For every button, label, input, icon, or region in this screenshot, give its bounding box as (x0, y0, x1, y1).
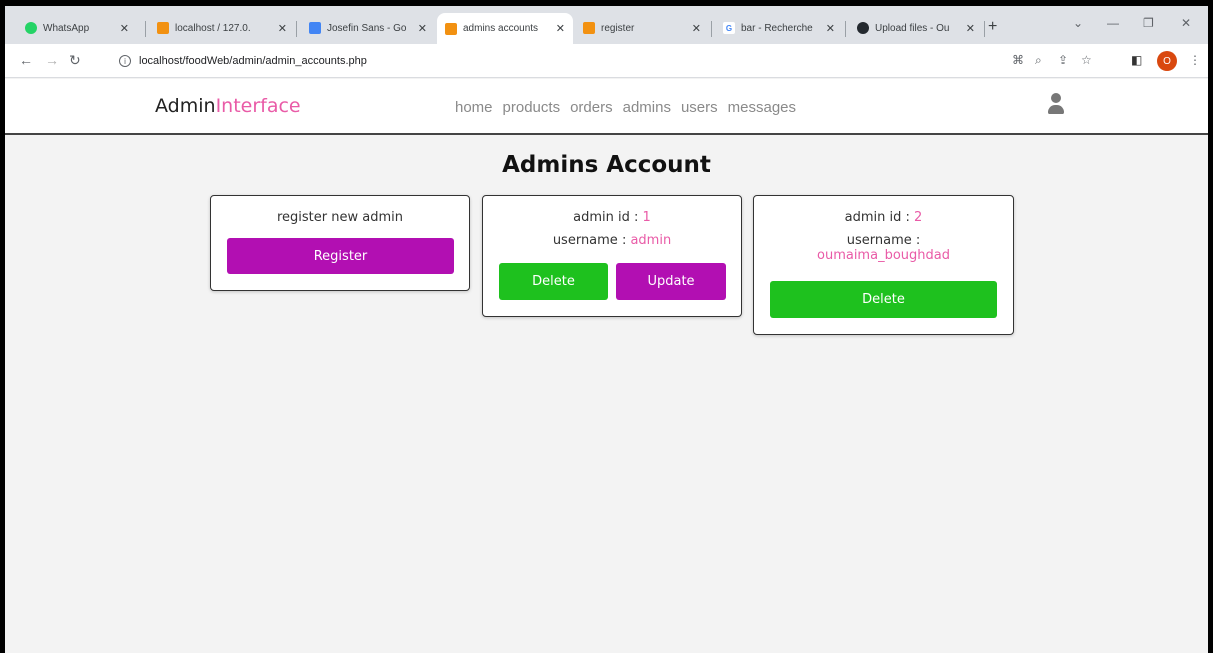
delete-button[interactable]: Delete (499, 263, 608, 300)
github-icon (857, 22, 869, 34)
page-title: Admins Account (502, 152, 711, 178)
side-panel-icon[interactable]: ◧ (1131, 53, 1142, 67)
admin-card: admin id : 2 username : oumaima_boughdad… (753, 195, 1014, 335)
tab-title: Upload files - Ou (875, 22, 950, 34)
logo-accent: Interface (215, 95, 301, 117)
tab-admins-accounts[interactable]: admins accounts ✕ (437, 13, 573, 44)
tab-josefin-sans[interactable]: Josefin Sans - Go ✕ (301, 16, 435, 40)
tab-title: admins accounts (463, 23, 539, 34)
register-button[interactable]: Register (227, 238, 454, 274)
minimize-icon[interactable]: — (1107, 16, 1119, 30)
admin-id-value: 2 (914, 210, 923, 225)
admin-id-label: admin id : (573, 210, 643, 225)
delete-button[interactable]: Delete (770, 281, 997, 318)
register-text: register new admin (276, 210, 403, 225)
reload-icon[interactable]: ↻ (69, 52, 81, 69)
google-fonts-icon (309, 22, 321, 34)
url-text: localhost/foodWeb/admin/admin_accounts.p… (139, 55, 367, 67)
main-nav: home products orders admins users messag… (455, 99, 796, 116)
username-value: oumaima_boughdad (817, 248, 950, 263)
tab-bar-recherche[interactable]: G bar - Recherche ✕ (715, 16, 843, 40)
username-label: username : (552, 233, 631, 248)
site-header: AdminInterface home products orders admi… (5, 79, 1208, 135)
nav-home[interactable]: home (455, 99, 493, 116)
logo-main: Admin (155, 95, 216, 117)
tab-search-icon[interactable]: ⌄ (1073, 16, 1083, 30)
close-icon[interactable]: ✕ (966, 22, 975, 35)
tab-upload-files[interactable]: Upload files - Ou ✕ (849, 16, 983, 40)
tab-title: localhost / 127.0. (175, 22, 251, 34)
tab-strip: WhatsApp ✕ localhost / 127.0. ✕ Josefin … (5, 6, 1208, 44)
register-card: register new admin Register (210, 195, 470, 291)
nav-orders[interactable]: orders (570, 99, 613, 116)
share-icon[interactable]: ⇪ (1058, 53, 1068, 67)
translate-icon[interactable]: ⌘ (1012, 53, 1024, 67)
restore-icon[interactable]: ❐ (1143, 16, 1154, 30)
menu-icon[interactable]: ⋮ (1189, 53, 1201, 67)
tab-register[interactable]: register ✕ (575, 16, 709, 40)
tab-title: register (601, 22, 635, 34)
xampp-icon (583, 22, 595, 34)
admin-id-line: admin id : 2 (754, 210, 1013, 225)
admin-id-line: admin id : 1 (483, 210, 741, 225)
username-value: admin (630, 233, 672, 248)
username-line: username : admin (483, 233, 741, 248)
profile-avatar[interactable]: O (1157, 51, 1177, 71)
forward-icon[interactable]: → (45, 52, 59, 68)
close-icon[interactable]: ✕ (826, 22, 835, 35)
window-close-icon[interactable]: ✕ (1181, 16, 1191, 30)
logo[interactable]: AdminInterface (155, 95, 301, 117)
google-icon: G (723, 22, 735, 34)
username-label: username : (846, 233, 921, 248)
new-tab-button[interactable]: + (988, 18, 997, 36)
tab-title: bar - Recherche (741, 22, 813, 34)
tab-whatsapp[interactable]: WhatsApp ✕ (17, 16, 137, 40)
close-icon[interactable]: ✕ (120, 22, 129, 35)
nav-admins[interactable]: admins (623, 99, 671, 116)
nav-messages[interactable]: messages (728, 99, 796, 116)
close-icon[interactable]: ✕ (418, 22, 427, 35)
admin-id-value: 1 (642, 210, 651, 225)
close-icon[interactable]: ✕ (692, 22, 701, 35)
tab-title: Josefin Sans - Go (327, 22, 407, 34)
close-icon[interactable]: ✕ (278, 22, 287, 35)
site-info-icon[interactable]: i (119, 55, 131, 67)
admin-id-label: admin id : (844, 210, 915, 225)
browser-toolbar: ← → ↻ i localhost/foodWeb/admin/admin_ac… (5, 44, 1208, 78)
back-icon[interactable]: ← (19, 52, 33, 68)
address-bar[interactable]: i localhost/foodWeb/admin/admin_accounts… (113, 49, 1001, 73)
browser-window: WhatsApp ✕ localhost / 127.0. ✕ Josefin … (5, 6, 1208, 653)
whatsapp-icon (25, 22, 37, 34)
update-button[interactable]: Update (616, 263, 726, 300)
close-icon[interactable]: ✕ (556, 22, 565, 35)
tab-title: WhatsApp (43, 22, 90, 34)
user-icon[interactable] (1048, 93, 1064, 117)
admin-card: admin id : 1 username : admin Delete Upd… (482, 195, 742, 317)
nav-users[interactable]: users (681, 99, 718, 116)
nav-products[interactable]: products (503, 99, 561, 116)
zoom-icon[interactable]: ⌕ (1035, 53, 1042, 68)
tab-localhost[interactable]: localhost / 127.0. ✕ (149, 16, 295, 40)
bookmark-star-icon[interactable]: ☆ (1081, 53, 1092, 67)
phpmyadmin-icon (157, 22, 169, 34)
xampp-icon (445, 22, 457, 35)
